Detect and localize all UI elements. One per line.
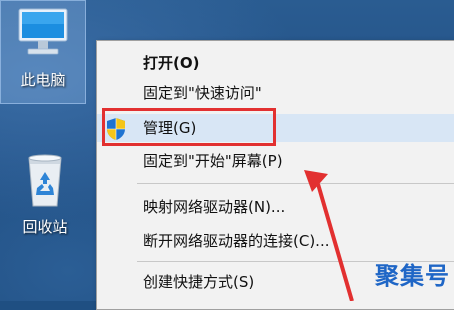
- menu-item-map-network-drive[interactable]: 映射网络驱动器(N)...: [97, 193, 454, 221]
- menu-item-label: 固定到"开始"屏幕(P): [143, 152, 283, 170]
- watermark-text: 聚集号: [375, 262, 450, 290]
- desktop: 此电脑 回收站 打开(O) 固定到"快速访问" 管理(G) 固定到"开始"屏幕(…: [0, 0, 454, 310]
- desktop-icon-recycle-bin[interactable]: 回收站: [8, 150, 82, 237]
- menu-item-label: 打开(O): [143, 54, 200, 72]
- recycle-bin-icon: [28, 154, 62, 207]
- menu-item-label: 创建快捷方式(S): [143, 273, 255, 291]
- menu-item-disconnect-network-drive[interactable]: 断开网络驱动器的连接(C)...: [97, 227, 454, 255]
- menu-item-label: 固定到"快速访问": [143, 84, 262, 102]
- annotation-highlight-box: [102, 108, 276, 146]
- menu-item-pin-quick-access[interactable]: 固定到"快速访问": [97, 79, 454, 107]
- computer-icon: [18, 8, 68, 55]
- menu-item-label: 映射网络驱动器(N)...: [143, 198, 286, 216]
- desktop-icon-label: 回收站: [22, 218, 68, 236]
- desktop-icon-label: 此电脑: [20, 71, 66, 89]
- menu-item-label: 断开网络驱动器的连接(C)...: [143, 232, 330, 250]
- menu-item-pin-start[interactable]: 固定到"开始"屏幕(P): [97, 147, 454, 175]
- desktop-icon-this-pc[interactable]: 此电脑: [0, 0, 86, 104]
- menu-item-open[interactable]: 打开(O): [97, 49, 454, 77]
- menu-separator: [137, 183, 454, 184]
